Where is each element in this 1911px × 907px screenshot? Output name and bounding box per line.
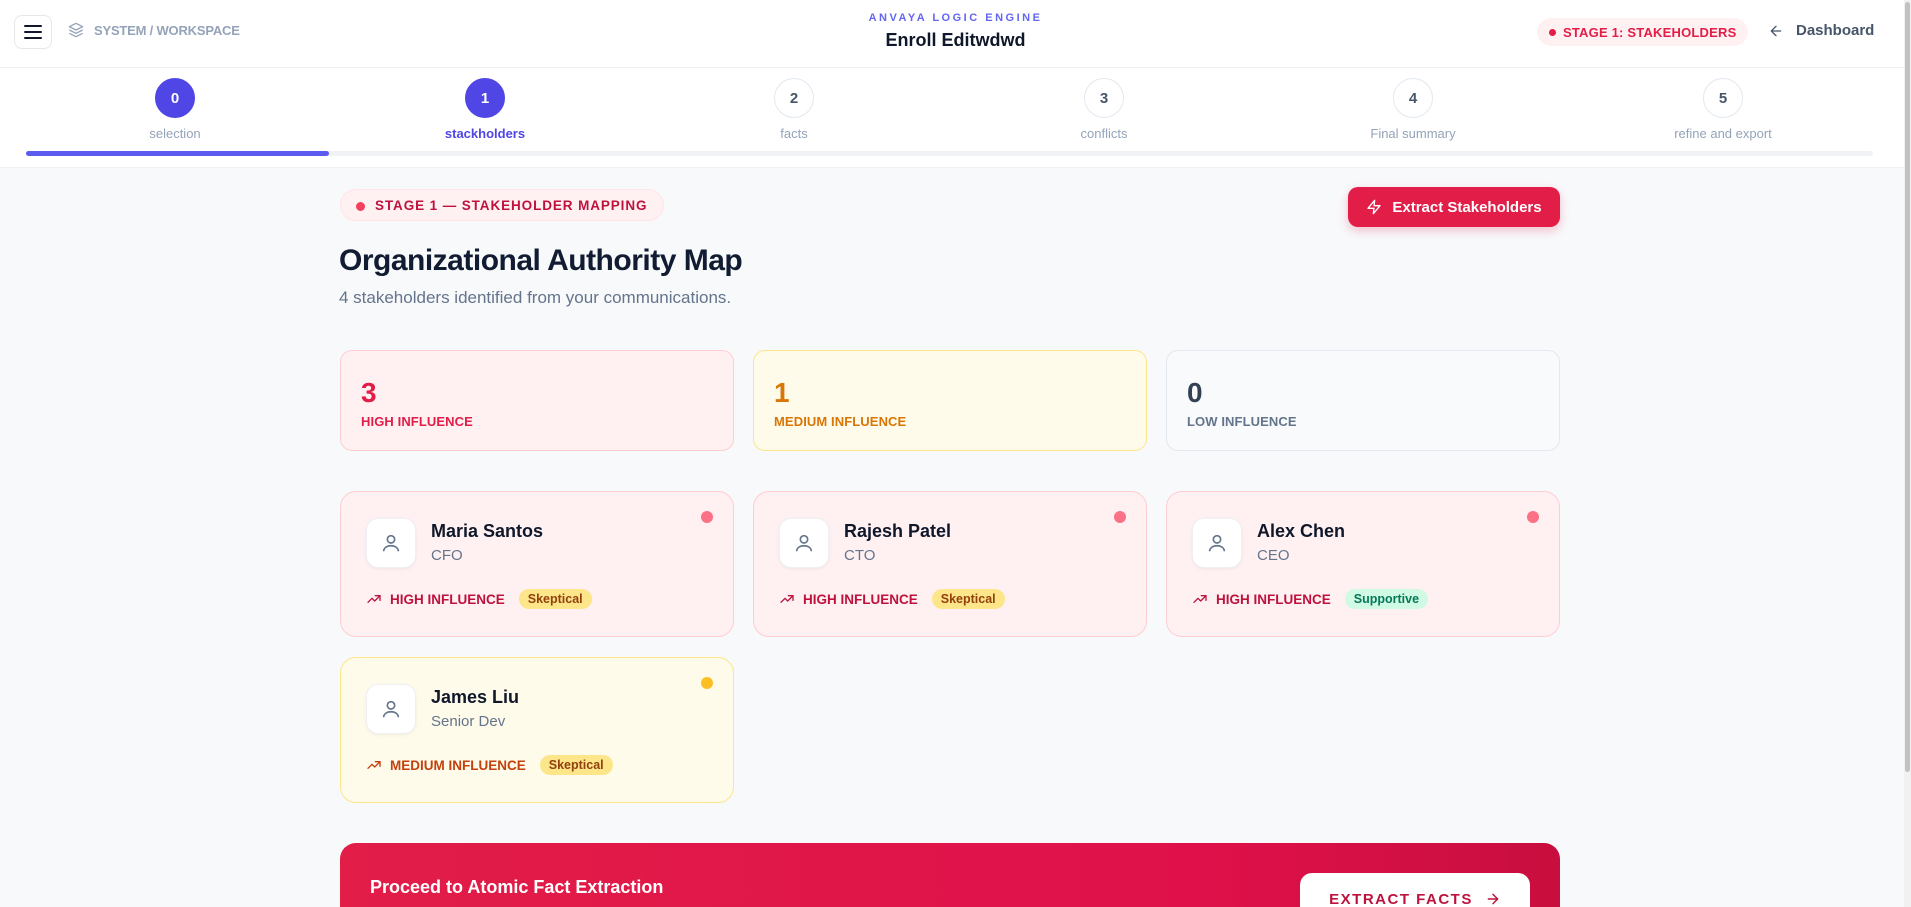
banner-title: Proceed to Atomic Fact Extraction [370,877,664,897]
stakeholder-role: CTO [844,547,876,564]
stat-label: LOW INFLUENCE [1187,414,1297,429]
dashboard-link[interactable]: Dashboard [1768,22,1874,39]
step-final-summary[interactable]: 4 Final summary [1353,78,1473,141]
arrow-left-icon [1770,25,1782,36]
stat-low-influence: 0 LOW INFLUENCE [1166,350,1560,451]
avatar [1192,518,1242,568]
stakeholder-name: Maria Santos [431,521,544,541]
stage-badge: STAGE 1 — STAKEHOLDER MAPPING [340,189,665,221]
step-label: Final summary [1370,126,1456,141]
step-label: facts [780,126,808,141]
stance-badge: Skeptical [518,589,592,609]
step-stackholders[interactable]: 1 stackholders [425,78,545,141]
stakeholder-card[interactable]: Rajesh Patel CTO HIGH INFLUENCE Skeptica… [753,491,1147,637]
step-facts[interactable]: 2 facts [734,78,854,141]
stage-indicator: STAGE 1: STAKEHOLDERS [1537,18,1749,46]
extract-stakeholders-label: Extract Stakeholders [1392,198,1542,216]
user-icon [1208,534,1226,552]
avatar [779,518,829,568]
stakeholder-card[interactable]: Maria Santos CFO HIGH INFLUENCE Skeptica… [340,491,734,637]
stage-indicator-label: STAGE 1: STAKEHOLDERS [1563,24,1737,40]
page-subtitle: 4 stakeholders identified from your comm… [339,288,732,307]
extract-facts-button[interactable]: EXTRACT FACTS [1300,873,1530,907]
stakeholder-card[interactable]: Alex Chen CEO HIGH INFLUENCE Supportive [1166,491,1560,637]
influence-row: MEDIUM INFLUENCE Skeptical [366,755,613,775]
stance-badge: Supportive [1344,589,1429,609]
stage-badge-label: STAGE 1 — STAKEHOLDER MAPPING [375,197,648,213]
step-number: 0 [155,78,195,118]
step-number: 1 [465,78,505,118]
influence-dot [1114,511,1126,523]
progress-fill [26,151,329,156]
step-label: stackholders [444,126,526,141]
step-label: selection [149,126,201,141]
trending-up-icon [367,595,381,603]
trending-up-icon [780,595,794,603]
page-title: Organizational Authority Map [339,244,743,277]
stakeholder-name: James Liu [431,687,520,707]
stat-value: 3 [361,377,377,408]
avatar [366,684,416,734]
arrow-right-icon [1487,893,1499,905]
stat-value: 0 [1187,377,1203,408]
influence-dot [701,677,713,689]
influence-dot [701,511,713,523]
status-dot [356,202,365,211]
step-conflicts[interactable]: 3 conflicts [1044,78,1164,141]
step-number: 4 [1393,78,1433,118]
progress-track [26,151,1873,156]
step-label: conflicts [1080,126,1128,141]
stat-high-influence: 3 HIGH INFLUENCE [340,350,734,451]
stakeholder-name: Rajesh Patel [844,521,952,541]
progress-stepper: 0 selection 1 stackholders 2 facts 3 con… [0,68,1911,168]
user-icon [382,534,400,552]
step-number: 3 [1084,78,1124,118]
top-header: SYSTEM / WORKSPACE ANVAYA LOGIC ENGINE E… [0,0,1911,68]
influence-level: MEDIUM INFLUENCE [390,757,526,773]
avatar [366,518,416,568]
user-icon [382,700,400,718]
next-step-banner: Proceed to Atomic Fact Extraction EXTRAC… [340,843,1560,907]
stat-value: 1 [774,377,790,408]
trending-up-icon [367,761,381,769]
step-selection[interactable]: 0 selection [115,78,235,141]
stat-label: HIGH INFLUENCE [361,414,473,429]
influence-level: HIGH INFLUENCE [1216,591,1331,607]
lightning-icon [1367,199,1382,215]
scrollbar-thumb[interactable] [1905,2,1910,772]
status-dot [1549,29,1556,36]
stakeholder-name: Alex Chen [1257,521,1346,541]
user-icon [795,534,813,552]
dashboard-label: Dashboard [1796,22,1875,39]
stance-badge: Skeptical [539,755,613,775]
influence-level: HIGH INFLUENCE [803,591,918,607]
influence-level: HIGH INFLUENCE [390,591,505,607]
stakeholder-role: Senior Dev [431,713,506,730]
influence-row: HIGH INFLUENCE Supportive [1192,589,1429,609]
stat-medium-influence: 1 MEDIUM INFLUENCE [753,350,1147,451]
extract-stakeholders-button[interactable]: Extract Stakeholders [1348,187,1560,227]
step-number: 5 [1703,78,1743,118]
step-label: refine and export [1674,126,1772,141]
influence-row: HIGH INFLUENCE Skeptical [366,589,592,609]
stakeholder-role: CFO [431,547,463,564]
influence-dot [1527,511,1539,523]
influence-row: HIGH INFLUENCE Skeptical [779,589,1005,609]
step-number: 2 [774,78,814,118]
step-refine-export[interactable]: 5 refine and export [1663,78,1783,141]
stakeholder-card[interactable]: James Liu Senior Dev MEDIUM INFLUENCE Sk… [340,657,734,803]
stance-badge: Skeptical [931,589,1005,609]
trending-up-icon [1193,595,1207,603]
stakeholder-role: CEO [1257,547,1290,564]
stat-label: MEDIUM INFLUENCE [774,414,907,429]
extract-facts-label: EXTRACT FACTS [1329,890,1473,907]
